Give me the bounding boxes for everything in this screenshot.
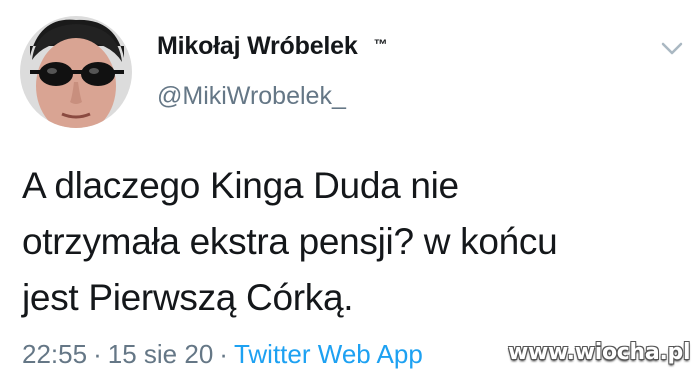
avatar[interactable] (20, 16, 132, 128)
user-name-row: Mikołaj Wróbelek ™ (157, 30, 388, 62)
tweet-text-line: A dlaczego Kinga Duda nie (22, 165, 459, 206)
tweet-text: A dlaczego Kinga Duda nie otrzymała ekst… (22, 158, 662, 326)
tweet-text-line: jest Pierwszą Córką. (22, 277, 354, 318)
tweet-card: Mikołaj Wróbelek ™ @MikiWrobelek_ A dlac… (0, 0, 697, 381)
meta-separator: · (93, 339, 102, 369)
user-handle[interactable]: @MikiWrobelek_ (157, 80, 346, 112)
trademark-badge: ™ (373, 36, 388, 52)
tweet-date[interactable]: 15 sie 20 (108, 339, 214, 369)
tweet-source-link[interactable]: Twitter Web App (234, 339, 423, 369)
tweet-meta: 22:55 · 15 sie 20 · Twitter Web App (22, 338, 423, 370)
chevron-down-icon[interactable] (661, 42, 683, 56)
meta-separator: · (219, 339, 228, 369)
avatar-photo-icon (20, 16, 132, 128)
watermark: www.wiocha.pl (508, 340, 691, 365)
display-name[interactable]: Mikołaj Wróbelek (157, 30, 358, 62)
tweet-text-line: otrzymała ekstra pensji? w końcu (22, 221, 558, 262)
tweet-time[interactable]: 22:55 (22, 339, 87, 369)
